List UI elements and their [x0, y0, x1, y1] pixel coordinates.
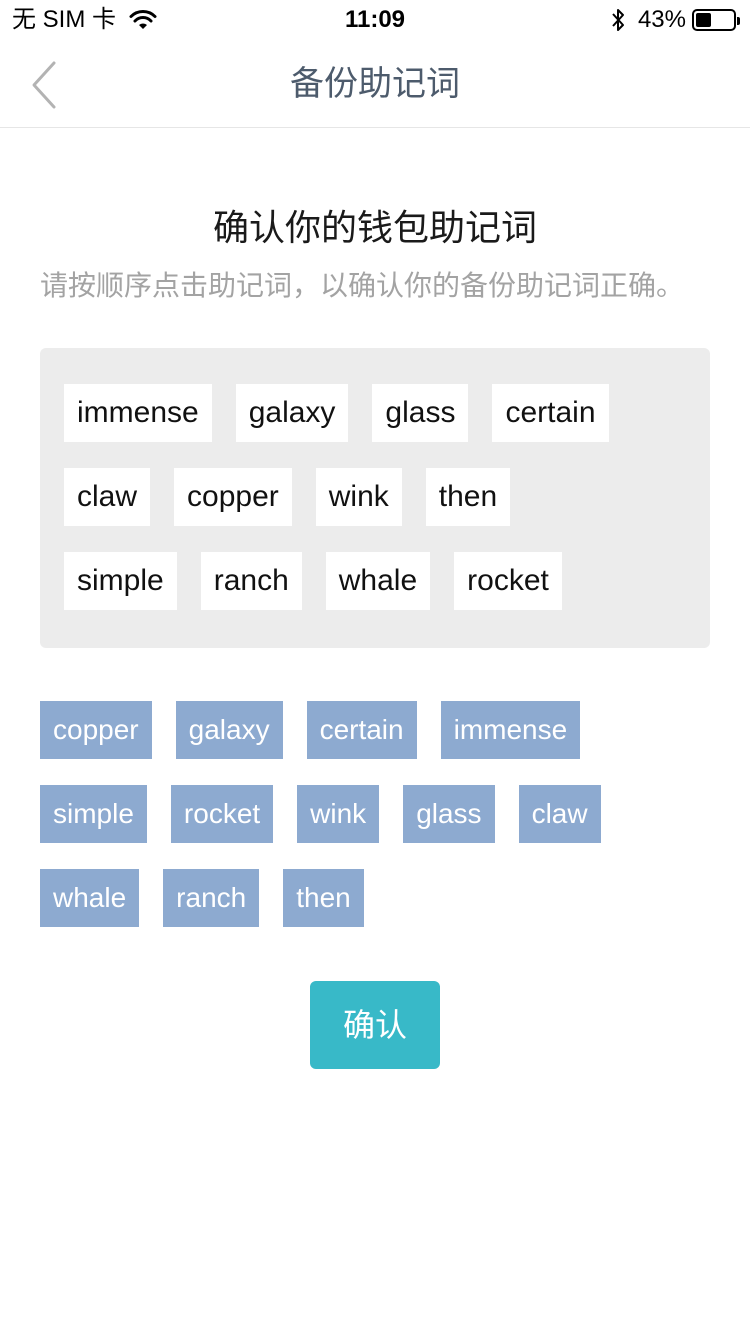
- battery-tip: [737, 17, 740, 25]
- battery-percent: 43%: [637, 6, 686, 33]
- selected-row: simple ranch whale rocket: [64, 552, 586, 610]
- candidate-word[interactable]: claw: [518, 785, 601, 843]
- candidate-word[interactable]: simple: [40, 785, 147, 843]
- battery-icon: [692, 9, 740, 31]
- page-title: 备份助记词: [290, 65, 460, 103]
- selected-row: claw copper wink then: [64, 468, 534, 526]
- candidate-row: simple rocket wink glass claw: [40, 785, 625, 843]
- selected-word[interactable]: whale: [325, 552, 431, 610]
- candidate-word[interactable]: wink: [297, 785, 380, 843]
- candidate-row: copper galaxy certain immense: [40, 701, 604, 759]
- selected-word[interactable]: simple: [64, 552, 177, 610]
- confirm-button[interactable]: 确认: [310, 981, 440, 1069]
- selected-row: immense galaxy glass certain: [64, 384, 633, 442]
- selected-word[interactable]: rocket: [454, 552, 562, 610]
- candidate-word[interactable]: then: [283, 869, 364, 927]
- candidate-word[interactable]: glass: [403, 785, 495, 843]
- selected-word[interactable]: wink: [315, 468, 402, 526]
- candidate-word[interactable]: copper: [40, 701, 152, 759]
- candidate-word[interactable]: galaxy: [175, 701, 283, 759]
- selected-word[interactable]: galaxy: [235, 384, 349, 442]
- status-right: 43%: [610, 6, 740, 34]
- battery-fill: [696, 13, 712, 27]
- candidate-word[interactable]: ranch: [163, 869, 260, 927]
- selected-word[interactable]: ranch: [200, 552, 302, 610]
- bluetooth-icon: [612, 9, 624, 31]
- selected-words-panel: immense galaxy glass certain claw copper…: [40, 348, 710, 648]
- selected-word[interactable]: claw: [64, 468, 151, 526]
- candidate-word[interactable]: immense: [440, 701, 581, 759]
- status-bar: 无 SIM 卡 11:09 43%: [0, 0, 750, 40]
- confirm-heading: 确认你的钱包助记词: [212, 207, 537, 248]
- selected-word[interactable]: certain: [492, 384, 609, 442]
- candidate-row: whale ranch then: [40, 869, 388, 927]
- selected-word[interactable]: copper: [174, 468, 292, 526]
- screen: 无 SIM 卡 11:09 43% 备份助记词 确认你的钱包助记词 请按顺序点击…: [0, 0, 750, 1334]
- candidate-word[interactable]: rocket: [170, 785, 274, 843]
- selected-word[interactable]: then: [425, 468, 511, 526]
- nav-bar: 备份助记词: [0, 40, 750, 128]
- candidate-word[interactable]: certain: [306, 701, 417, 759]
- candidate-word[interactable]: whale: [40, 869, 140, 927]
- instruction-text: 请按顺序点击助记词，以确认你的备份助记词正确。: [40, 270, 685, 301]
- selected-word[interactable]: immense: [64, 384, 212, 442]
- selected-word[interactable]: glass: [372, 384, 469, 442]
